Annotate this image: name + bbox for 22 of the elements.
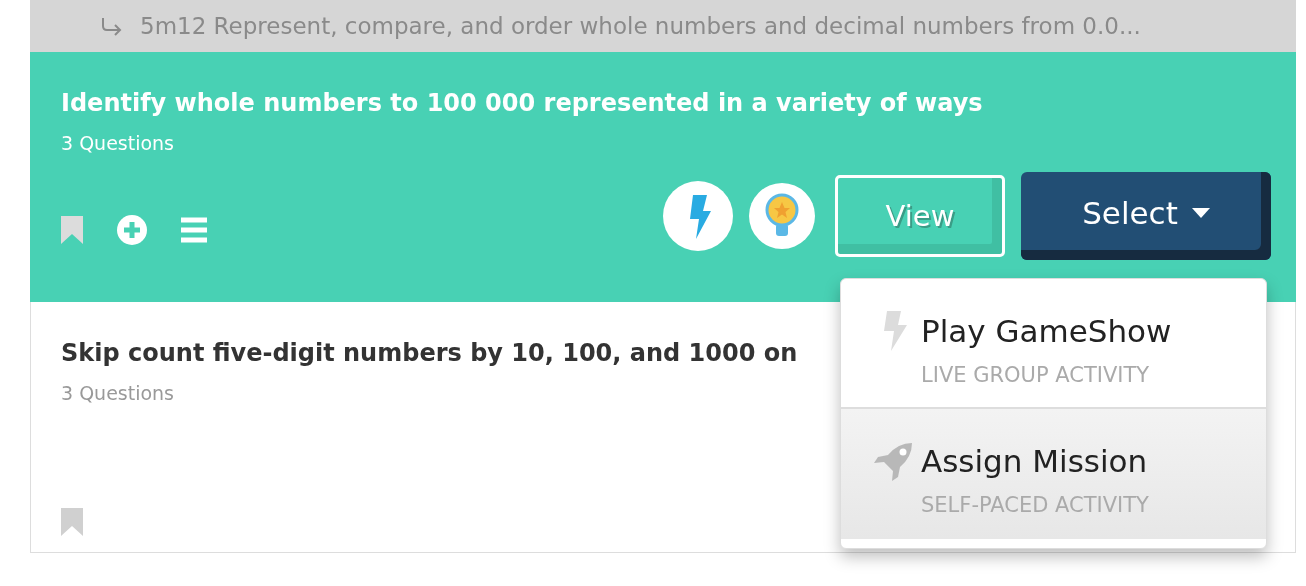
skill-card[interactable]: Identify whole numbers to 100 000 represented in a variety of ways 3 Questions View Select <box>30 52 1296 302</box>
select-button[interactable]: Select <box>1021 172 1271 260</box>
question-count: 3 Questions <box>61 132 175 154</box>
menu-item[interactable]: Assign Mission SELF-PACED ACTIVITY <box>841 409 1266 539</box>
menu-item-subtitle: LIVE GROUP ACTIVITY <box>921 363 1151 387</box>
menu-item-subtitle: SELF-PACED ACTIVITY <box>921 493 1149 517</box>
bookmark-icon[interactable] <box>61 216 83 244</box>
menu-icon[interactable] <box>181 217 207 243</box>
lightning-bolt-icon <box>881 311 907 351</box>
return-arrow-icon <box>100 16 124 36</box>
menu-item-title: Play GameShow <box>921 312 1172 351</box>
lightning-bolt-icon[interactable] <box>663 181 733 251</box>
lightbulb-icon[interactable] <box>749 183 815 249</box>
bookmark-icon[interactable] <box>61 508 83 536</box>
skill-title: Identify whole numbers to 100 000 represented in a variety of ways <box>61 88 983 119</box>
menu-item-title: Assign Mission <box>921 442 1149 481</box>
caret-icon <box>1191 207 1210 218</box>
standard-text: 5m12 Represent, compare, and order whole numbers and decimal numbers from 0.0... <box>140 13 1141 39</box>
skill-title: Skip count five-digit numbers by 10, 100, and 1000 on <box>61 338 798 369</box>
question-count: 3 Questions <box>61 382 175 404</box>
add-icon[interactable] <box>117 215 147 245</box>
rocket-icon <box>874 441 914 481</box>
